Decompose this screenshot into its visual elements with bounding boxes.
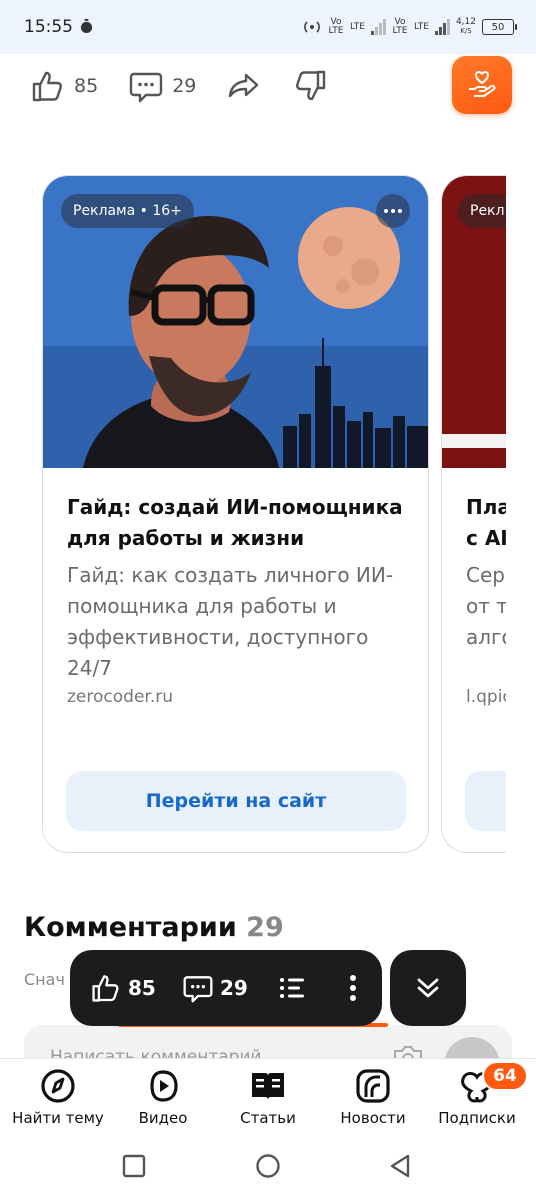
timer-icon (80, 19, 93, 34)
signal-bars-1-icon (370, 19, 386, 35)
subscriptions-badge: 64 (482, 1061, 528, 1091)
battery-level: 50 (491, 21, 505, 33)
play-icon (150, 1070, 178, 1102)
network-speed-unit: K/S (460, 27, 472, 35)
back-icon[interactable] (386, 1152, 414, 1180)
more-vertical-icon (350, 975, 356, 1001)
hotspot-icon (304, 21, 320, 33)
thumbs-up-icon (32, 71, 62, 102)
like-button[interactable]: 85 (30, 68, 98, 104)
network-label-4: LTE (413, 21, 429, 32)
floating-comments-button[interactable]: 29 (182, 972, 248, 1004)
comments-title: Комментарии (24, 912, 237, 943)
compass-icon (41, 1069, 75, 1103)
status-indicators: Vo LTE LTE Vo LTE LTE 4,12 K/S 50 (302, 14, 517, 40)
comments-count: 29 (246, 912, 284, 943)
comments-sort[interactable]: Снач (24, 970, 65, 989)
floating-comment-count: 29 (220, 976, 248, 1000)
ad-description: Гайд: как создать личного ИИ-помощника д… (67, 563, 394, 680)
network-label-1: Vo LTE (328, 17, 344, 36)
share-icon (229, 73, 259, 98)
book-icon (252, 1073, 284, 1100)
battery-icon: 50 (482, 19, 517, 35)
list-icon (280, 978, 304, 998)
floating-like-count: 85 (128, 976, 156, 1000)
ad-label-badge: Реклама • 16+ (61, 194, 194, 228)
dislike-button[interactable] (292, 68, 328, 104)
nav-item-video[interactable]: Видео (108, 1067, 218, 1127)
nav-label: Подписки (438, 1109, 516, 1127)
comment-icon (129, 72, 163, 103)
article-reactions: 85 29 (30, 64, 358, 108)
network-speed-value: 4,12 (455, 17, 476, 27)
floating-action-bar: 85 29 (70, 950, 382, 1026)
nav-label: Статьи (240, 1109, 296, 1127)
ad-card-next[interactable]: Рекл Пла с AI- Сер от т алго l.qpic (441, 175, 506, 853)
nav-item-news[interactable]: Новости (318, 1067, 428, 1127)
ad-visit-site-button[interactable]: Перейти на сайт (66, 771, 406, 831)
comments-heading: Комментарии 29 (24, 912, 284, 943)
bottom-navigation: Найти тему Видео Статьи Новости Подписки… (0, 1058, 536, 1134)
ad-title: Гайд: создай ИИ-помощника для работы и ж… (67, 495, 403, 550)
network-label-2: LTE (350, 21, 365, 32)
nav-item-subscriptions[interactable]: Подписки 64 (422, 1061, 532, 1127)
comment-count: 29 (172, 75, 197, 97)
share-button[interactable] (226, 68, 262, 104)
ad-visit-site-button-next[interactable] (465, 771, 506, 831)
home-icon[interactable] (254, 1152, 282, 1180)
ad-description-next: Сер от т алго (466, 563, 506, 649)
nav-label: Видео (138, 1109, 188, 1127)
comment-icon (183, 976, 213, 1003)
system-navigation (0, 1134, 536, 1200)
table-of-contents-button[interactable] (278, 974, 306, 1002)
recent-apps-icon[interactable] (120, 1152, 148, 1180)
network-speed: 4,12 K/S (456, 18, 476, 36)
scroll-down-button[interactable] (390, 950, 466, 1026)
like-count: 85 (74, 75, 99, 97)
news-icon (356, 1069, 390, 1103)
more-options-button[interactable] (348, 972, 358, 1004)
nav-label: Новости (340, 1109, 406, 1127)
floating-like-button[interactable]: 85 (90, 972, 156, 1004)
nav-item-find-topic[interactable]: Найти тему (3, 1067, 113, 1127)
status-time: 15:55 (24, 17, 73, 37)
signal-bars-2-icon (434, 19, 450, 35)
more-dots-icon (384, 209, 388, 213)
comments-button[interactable]: 29 (128, 68, 196, 104)
ad-card[interactable]: Реклама • 16+ Гайд: создай ИИ-помощника … (42, 175, 429, 853)
donate-button[interactable] (452, 56, 512, 114)
network-label-3: Vo LTE (392, 17, 408, 36)
nav-item-articles[interactable]: Статьи (213, 1067, 323, 1127)
thumbs-up-icon (92, 975, 119, 1002)
ad-domain-next: l.qpic (466, 687, 506, 707)
thumbs-down-icon (296, 70, 326, 101)
status-bar: 15:55 Vo LTE LTE Vo LTE LTE 4,12 K/S 50 (0, 0, 536, 54)
ad-options-button[interactable] (376, 194, 410, 228)
ad-domain: zerocoder.ru (67, 687, 173, 707)
nav-label: Найти тему (12, 1109, 104, 1127)
ad-title-next: Пла с AI- (466, 495, 506, 550)
ad-label-badge-next: Рекл (458, 194, 506, 228)
heart-hand-icon (469, 70, 496, 97)
double-chevron-down-icon (417, 978, 439, 998)
